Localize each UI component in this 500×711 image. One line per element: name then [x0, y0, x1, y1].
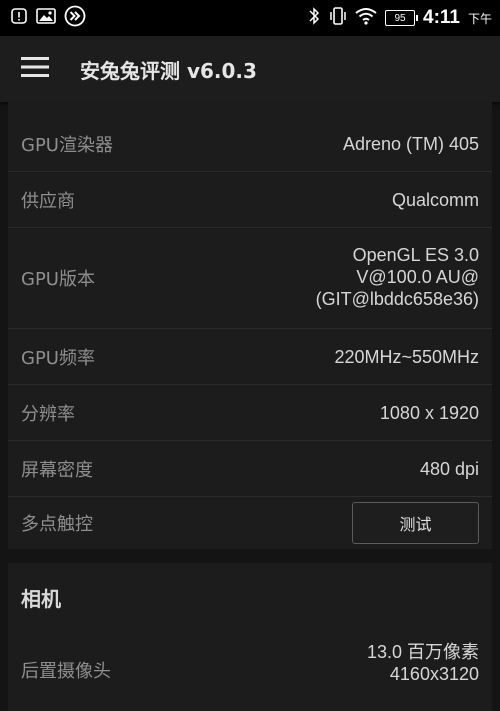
clock-time: 4:11: [423, 7, 460, 28]
status-bar: 95 4:11 下午: [0, 0, 500, 36]
row-label: 多点触控: [21, 514, 93, 535]
value-line: V@100.0 AU@: [356, 267, 479, 287]
row-label: GPU渲染器: [21, 134, 113, 156]
multitouch-test-button[interactable]: 测试: [352, 502, 479, 544]
row-value: 480 dpi: [419, 458, 479, 479]
info-row-gpu-version: GPU版本 OpenGL ES 3.0 V@100.0 AU@ (GIT@lbd…: [8, 228, 492, 329]
row-label: 屏幕密度: [21, 459, 93, 481]
row-value: 1080 x 1920: [379, 402, 479, 423]
menu-button[interactable]: [0, 36, 70, 102]
info-row-screen-density: 屏幕密度 480 dpi: [8, 441, 492, 497]
bluetooth-muted-icon: [307, 6, 321, 30]
app-toolbar: 安兔兔评测 v6.0.3: [0, 36, 500, 102]
clock-ampm: 下午: [467, 11, 492, 26]
value-line: OpenGL ES 3.0: [352, 245, 479, 265]
info-row-vendor: 供应商 Qualcomm: [8, 172, 492, 228]
fast-forward-icon: [64, 5, 86, 31]
app-title: 安兔兔评测 v6.0.3: [80, 58, 257, 83]
vibrate-icon: [329, 6, 347, 30]
row-label: 分辨率: [21, 403, 75, 425]
hamburger-menu-icon: [20, 55, 50, 83]
battery-icon: 95: [385, 10, 418, 26]
notification-alert-icon: [10, 7, 28, 29]
image-icon: [36, 7, 56, 29]
section-title-camera: 相机: [21, 587, 61, 611]
row-label: 供应商: [21, 190, 75, 212]
info-row-resolution: 分辨率 1080 x 1920: [8, 385, 492, 441]
info-row-rear-camera: 后置摄像头 13.0 百万像素 4160x3120: [8, 629, 492, 711]
camera-info-card: 相机 后置摄像头 13.0 百万像素 4160x3120: [8, 563, 492, 711]
row-label: 后置摄像头: [21, 661, 111, 682]
gpu-info-card: GPU渲染器 Adreno (TM) 405 供应商 Qualcomm GPU版…: [8, 102, 492, 549]
row-value-multiline: OpenGL ES 3.0 V@100.0 AU@ (GIT@lbddc658e…: [316, 244, 479, 310]
row-value: Qualcomm: [391, 189, 479, 210]
row-value: 220MHz~550MHz: [334, 346, 479, 367]
battery-level: 95: [394, 12, 406, 24]
wifi-icon: [355, 7, 377, 29]
info-row-multitouch: 多点触控 测试: [8, 497, 492, 549]
row-value-multiline: 13.0 百万像素 4160x3120: [367, 641, 479, 685]
row-label: GPU频率: [21, 347, 95, 369]
value-line: 4160x3120: [389, 664, 479, 684]
info-row-gpu-frequency: GPU频率 220MHz~550MHz: [8, 329, 492, 385]
value-line: (GIT@lbddc658e36): [315, 289, 479, 309]
row-value: Adreno (TM) 405: [342, 133, 479, 154]
row-label: GPU版本: [21, 269, 95, 290]
main-content[interactable]: GPU渲染器 Adreno (TM) 405 供应商 Qualcomm GPU版…: [0, 102, 500, 711]
info-row-gpu-renderer: GPU渲染器 Adreno (TM) 405: [8, 116, 492, 172]
value-line: 13.0 百万像素: [366, 642, 479, 662]
